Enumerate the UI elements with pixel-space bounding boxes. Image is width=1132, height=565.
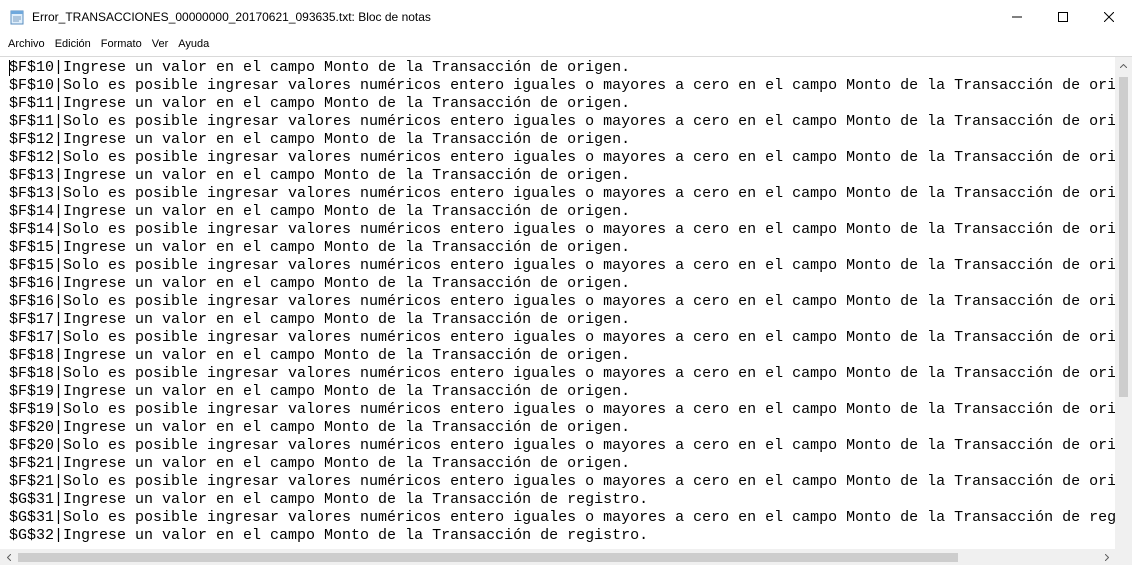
text-line: $F$11|Solo es posible ingresar valores n… <box>9 113 1115 130</box>
text-line: $G$31|Solo es posible ingresar valores n… <box>9 509 1115 526</box>
text-line: $F$12|Ingrese un valor en el campo Monto… <box>9 131 631 148</box>
text-line: $F$15|Solo es posible ingresar valores n… <box>9 257 1115 274</box>
close-button[interactable] <box>1086 0 1132 34</box>
text-line: $F$14|Solo es posible ingresar valores n… <box>9 221 1115 238</box>
text-line: $G$31|Ingrese un valor en el campo Monto… <box>9 491 649 508</box>
scroll-right-arrow-icon <box>1104 553 1109 561</box>
menu-ver[interactable]: Ver <box>147 35 174 53</box>
menu-archivo[interactable]: Archivo <box>3 35 50 53</box>
text-line: $F$13|Solo es posible ingresar valores n… <box>9 185 1115 202</box>
text-line: $F$11|Ingrese un valor en el campo Monto… <box>9 95 631 112</box>
text-line: $F$10|Ingrese un valor en el campo Monto… <box>9 59 631 76</box>
notepad-window: Error_TRANSACCIONES_00000000_20170621_09… <box>0 0 1132 565</box>
scroll-left-arrow-icon <box>6 553 11 561</box>
minimize-icon <box>1012 16 1022 18</box>
text-line: $F$15|Ingrese un valor en el campo Monto… <box>9 239 631 256</box>
horizontal-scroll-thumb[interactable] <box>18 553 958 562</box>
horizontal-scrollbar[interactable] <box>0 549 1132 565</box>
maximize-button[interactable] <box>1040 0 1086 34</box>
text-line: $F$14|Ingrese un valor en el campo Monto… <box>9 203 631 220</box>
window-title: Error_TRANSACCIONES_00000000_20170621_09… <box>32 10 431 24</box>
text-line: $G$32|Ingrese un valor en el campo Monto… <box>9 527 649 544</box>
maximize-icon <box>1058 12 1068 22</box>
text-content[interactable]: $F$10|Ingrese un valor en el campo Monto… <box>0 57 1115 549</box>
scroll-right-button[interactable] <box>1098 549 1115 565</box>
text-line: $F$19|Ingrese un valor en el campo Monto… <box>9 383 631 400</box>
text-line: $F$16|Ingrese un valor en el campo Monto… <box>9 275 631 292</box>
text-line: $F$20|Ingrese un valor en el campo Monto… <box>9 419 631 436</box>
text-line: $F$21|Ingrese un valor en el campo Monto… <box>9 455 631 472</box>
vertical-scrollbar[interactable] <box>1115 57 1132 549</box>
vertical-scroll-thumb[interactable] <box>1119 77 1128 397</box>
menu-edicion[interactable]: Edición <box>50 35 96 53</box>
scrollbar-corner <box>1115 549 1132 565</box>
text-line: $F$16|Solo es posible ingresar valores n… <box>9 293 1115 310</box>
text-line: $F$20|Solo es posible ingresar valores n… <box>9 437 1115 454</box>
notepad-icon[interactable] <box>9 9 25 25</box>
scroll-up-arrow-icon <box>1120 63 1127 68</box>
text-line: $F$18|Solo es posible ingresar valores n… <box>9 365 1115 382</box>
text-line: $F$19|Solo es posible ingresar valores n… <box>9 401 1115 418</box>
text-line: $F$10|Solo es posible ingresar valores n… <box>9 77 1115 94</box>
text-line: $F$12|Solo es posible ingresar valores n… <box>9 149 1115 166</box>
minimize-button[interactable] <box>994 0 1040 34</box>
title-bar[interactable]: Error_TRANSACCIONES_00000000_20170621_09… <box>0 0 1132 34</box>
menu-bar: Archivo Edición Formato Ver Ayuda <box>0 34 1132 54</box>
text-line: $F$17|Solo es posible ingresar valores n… <box>9 329 1115 346</box>
menu-ayuda[interactable]: Ayuda <box>173 35 214 53</box>
text-line: $F$21|Solo es posible ingresar valores n… <box>9 473 1115 490</box>
close-icon <box>1104 12 1114 22</box>
text-line: $F$13|Ingrese un valor en el campo Monto… <box>9 167 631 184</box>
scroll-up-button[interactable] <box>1115 57 1132 74</box>
text-line: $F$18|Ingrese un valor en el campo Monto… <box>9 347 631 364</box>
text-line: $F$17|Ingrese un valor en el campo Monto… <box>9 311 631 328</box>
text-caret <box>9 60 10 76</box>
menu-formato[interactable]: Formato <box>96 35 147 53</box>
editor-area: $F$10|Ingrese un valor en el campo Monto… <box>0 56 1132 549</box>
scroll-left-button[interactable] <box>0 549 17 565</box>
